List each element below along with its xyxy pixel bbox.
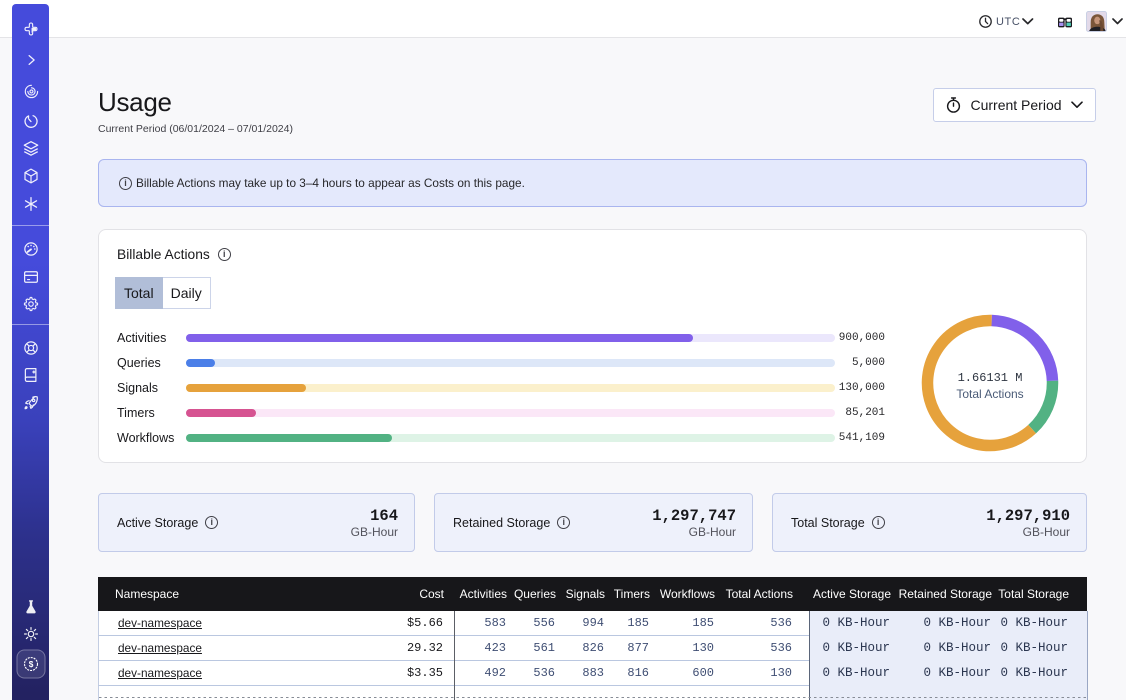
- svg-text:$: $: [28, 658, 33, 668]
